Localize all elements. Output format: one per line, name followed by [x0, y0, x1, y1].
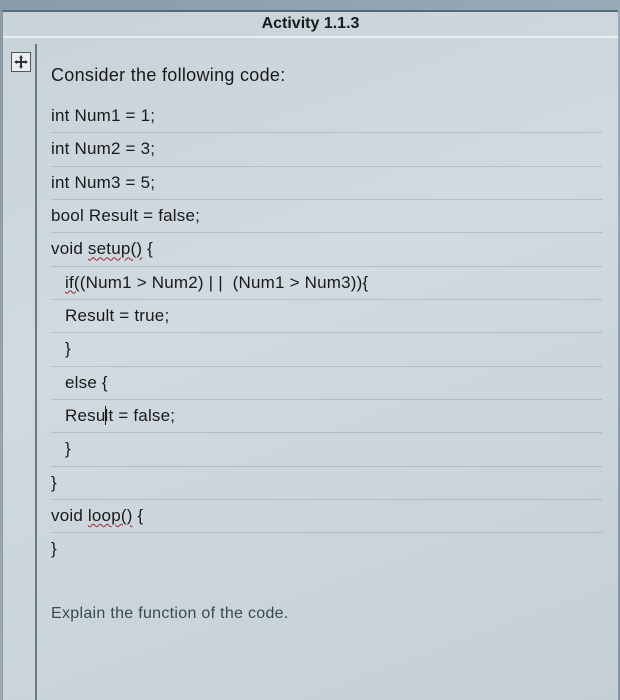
- code-line-4: bool Result = false;: [51, 199, 602, 232]
- code-line-8: }: [51, 332, 602, 365]
- code-line-14: }: [51, 532, 602, 565]
- kw-void: void: [51, 239, 88, 258]
- cond: (Num1 > Num2) | | (Num1 > Num3)){: [80, 273, 369, 292]
- intro-text: Consider the following code:: [51, 62, 602, 100]
- code-line-1: int Num1 = 1;: [51, 100, 602, 132]
- resu-a: Resu: [65, 406, 106, 425]
- brace: {: [142, 239, 153, 258]
- resu-b: lt = false;: [105, 406, 176, 425]
- code-line-7: Result = true;: [51, 299, 602, 332]
- code-line-13: void loop() {: [51, 499, 602, 532]
- code-line-9: else {: [51, 366, 602, 399]
- title-bar: Activity 1.1.3: [3, 12, 618, 38]
- code-line-6: if((Num1 > Num2) | | (Num1 > Num3)){: [51, 266, 602, 299]
- content-area: Consider the following code: int Num1 = …: [35, 44, 616, 700]
- code-block: Consider the following code: int Num1 = …: [37, 44, 616, 637]
- code-line-11: }: [51, 432, 602, 465]
- explain-prompt: Explain the function of the code.: [51, 602, 602, 627]
- code-line-3: int Num3 = 5;: [51, 166, 602, 199]
- document-frame: Activity 1.1.3 Consider the following co…: [2, 10, 618, 700]
- code-line-5: void setup() {: [51, 232, 602, 265]
- fn-setup: setup(): [88, 239, 142, 258]
- move-handle-icon[interactable]: [11, 52, 31, 72]
- kw-if: if(: [65, 273, 80, 292]
- code-line-12: }: [51, 466, 602, 499]
- code-line-2: int Num2 = 3;: [51, 132, 602, 165]
- page-title: Activity 1.1.3: [262, 15, 360, 33]
- fn-loop: loop(): [88, 506, 133, 525]
- brace2: {: [133, 506, 144, 525]
- code-line-10: Result = false;: [51, 399, 602, 432]
- kw-void2: void: [51, 506, 88, 525]
